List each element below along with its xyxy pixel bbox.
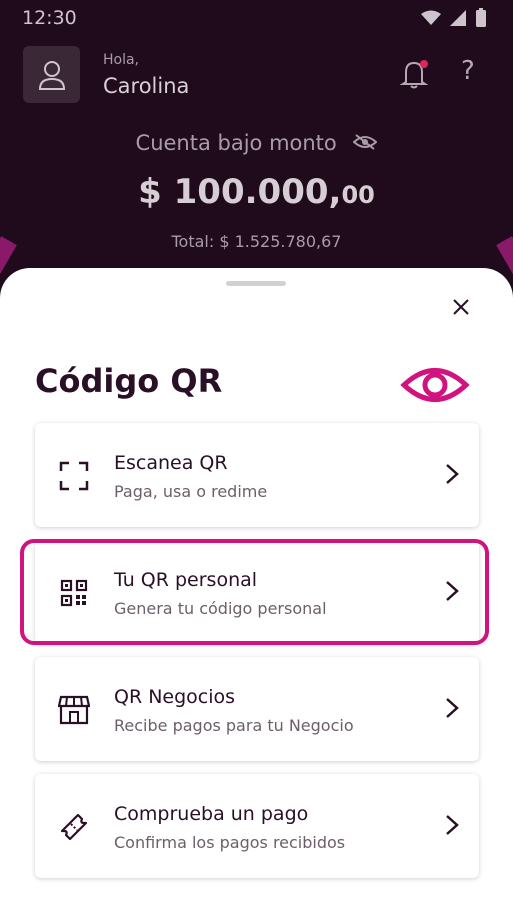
store-icon — [57, 693, 91, 727]
bell-icon — [399, 60, 429, 89]
sheet-title: Código QR — [35, 362, 223, 400]
wifi-icon — [421, 10, 441, 25]
option-scan-qr[interactable]: Escanea QR Paga, usa o redime — [35, 423, 479, 527]
qr-bottom-sheet: Código QR Escanea QR Paga, usa o redime — [0, 268, 513, 914]
eye-off-icon — [352, 134, 378, 150]
total-balance: Total: $ 1.525.780,67 — [171, 232, 342, 251]
greeting: Hola, — [103, 52, 140, 68]
chevron-right-icon — [445, 814, 459, 840]
status-time: 12:30 — [22, 7, 77, 29]
close-icon — [453, 299, 469, 315]
balance-label: Cuenta bajo monto — [135, 131, 337, 155]
option-title: QR Negocios — [114, 686, 236, 708]
option-subtitle: Confirma los pagos recibidos — [114, 833, 346, 852]
close-button[interactable] — [446, 292, 476, 322]
option-subtitle: Paga, usa o redime — [114, 482, 268, 501]
option-title: Escanea QR — [114, 452, 228, 474]
signal-icon — [450, 10, 466, 26]
balance-label-row: Cuenta bajo monto — [0, 131, 513, 156]
view-toggle-button[interactable] — [400, 362, 470, 412]
battery-icon — [476, 8, 486, 27]
ticket-icon — [57, 810, 91, 844]
option-subtitle: Recibe pagos para tu Negocio — [114, 716, 354, 735]
user-icon — [38, 60, 65, 90]
balance-main: $ 100.000, — [138, 172, 342, 212]
help-button[interactable]: ? — [461, 56, 475, 86]
eye-icon — [400, 368, 470, 402]
notifications-button[interactable] — [399, 58, 430, 94]
option-title: Comprueba un pago — [114, 803, 309, 825]
question-mark-icon: ? — [461, 56, 475, 86]
status-icons — [421, 8, 487, 28]
chevron-right-icon — [445, 463, 459, 489]
sheet-drag-handle[interactable] — [226, 281, 286, 286]
hide-balance-button[interactable] — [352, 132, 378, 156]
avatar[interactable] — [23, 46, 80, 103]
chevron-right-icon — [445, 697, 459, 723]
user-name: Carolina — [103, 74, 190, 98]
option-business-qr[interactable]: QR Negocios Recibe pagos para tu Negocio — [35, 657, 479, 761]
option-verify-payment[interactable]: Comprueba un pago Confirma los pagos rec… — [35, 774, 479, 878]
account-header: Hola, Carolina ? Cuenta bajo monto $ 100… — [0, 36, 513, 286]
scan-icon — [57, 459, 91, 493]
status-bar: 12:30 — [0, 0, 513, 36]
highlight-outline — [20, 539, 489, 645]
balance-amount: $ 100.000,00 — [0, 172, 513, 212]
balance-decimals: 00 — [341, 181, 375, 209]
